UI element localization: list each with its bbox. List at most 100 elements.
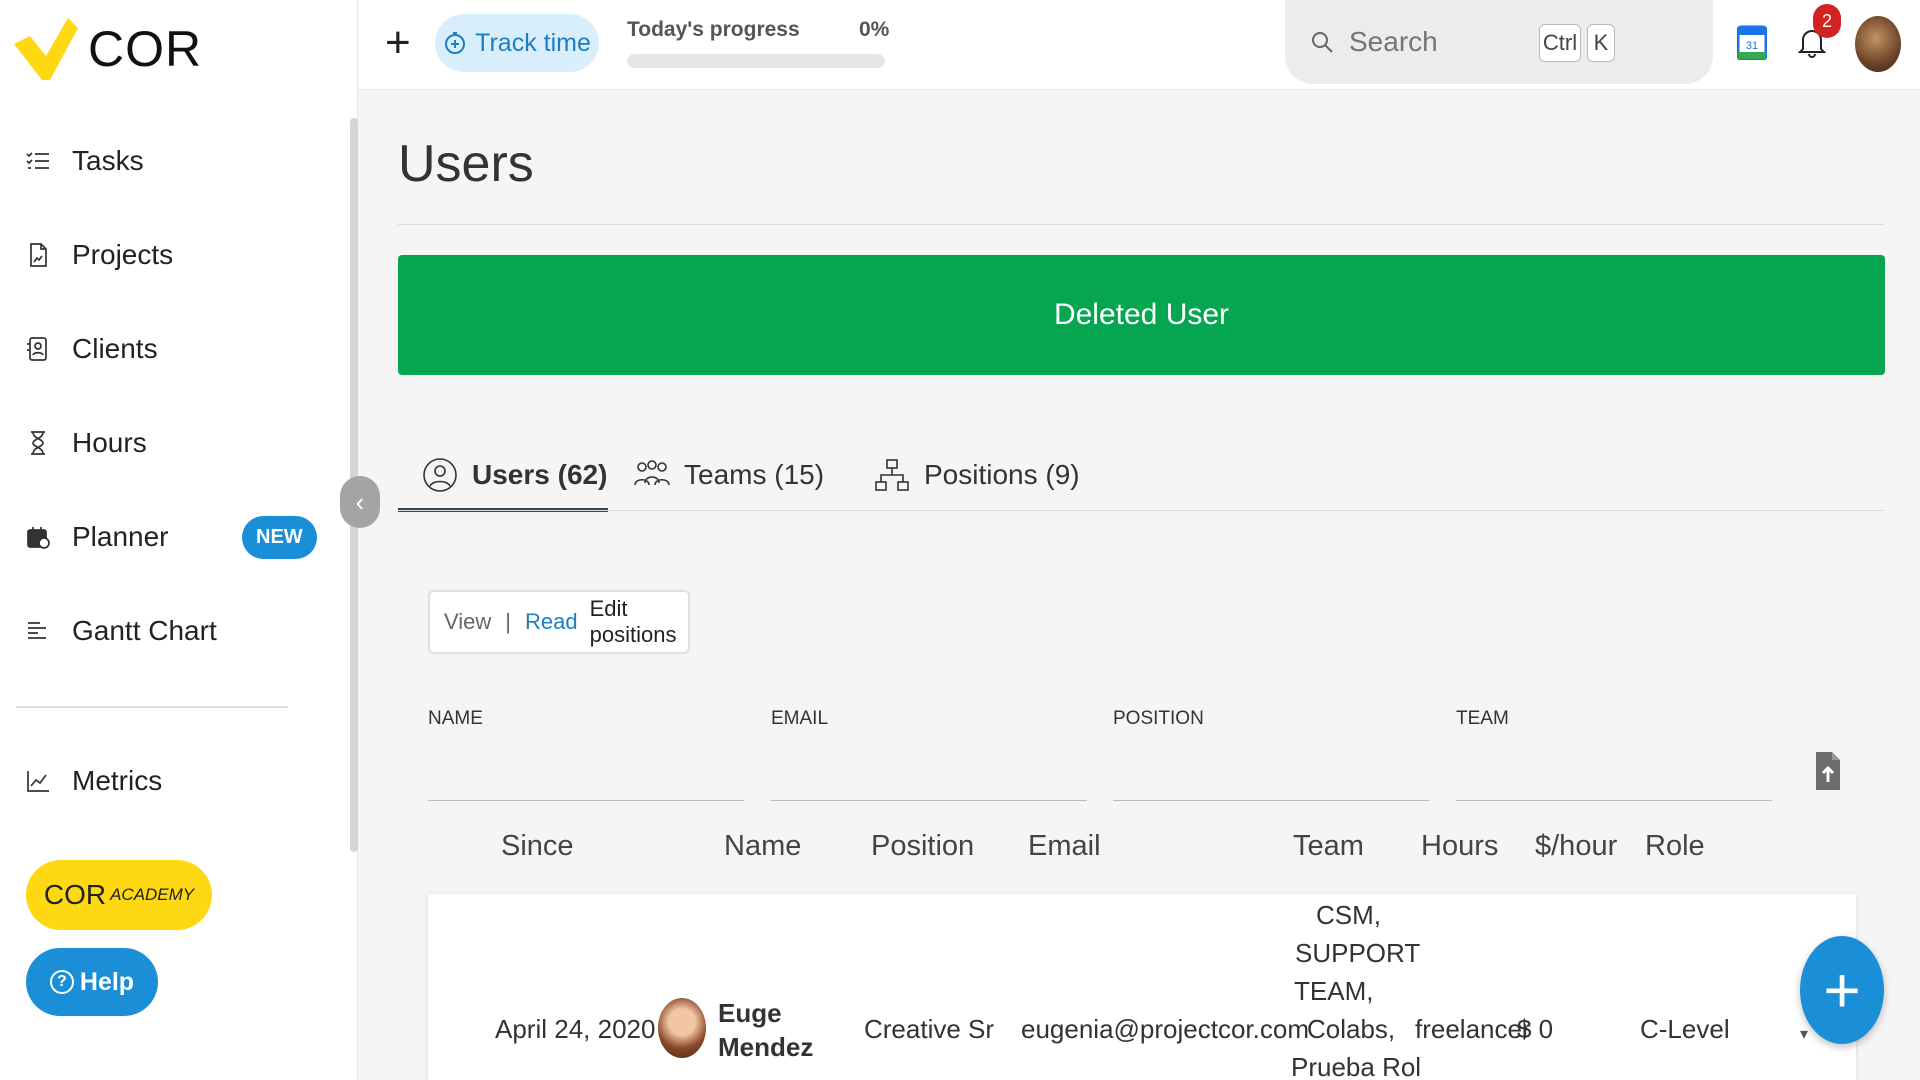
column-hours[interactable]: Hours [1421,830,1498,863]
column-role[interactable]: Role [1645,830,1705,863]
page-title: Users [398,135,534,193]
top-bar: + Track time Today's progress 0% Ctrl K … [359,0,1920,90]
row-menu-caret[interactable]: ▾ [1800,1024,1808,1044]
hourglass-icon [24,429,52,457]
tab-label: Positions (9) [924,459,1080,490]
tab-label: Teams (15) [684,459,825,490]
sidebar-item-tasks[interactable]: Tasks [24,136,324,186]
sidebar-item-label: Gantt Chart [72,615,217,646]
tab-label: Users (62) [472,459,608,490]
row-team-line: SUPPORT [1295,938,1421,968]
quick-add-button[interactable]: + [385,18,411,68]
sidebar-item-planner[interactable]: Planner NEW [24,512,324,562]
help-label: Help [79,967,135,996]
cor-logo-icon [14,18,78,80]
row-first-name[interactable]: Euge [718,998,782,1029]
tabs-divider [398,510,1884,511]
view-separator: | [505,609,512,634]
row-rate: $ 0 [1517,1014,1554,1044]
table-row[interactable] [428,894,1856,1080]
sidebar-item-label: Hours [72,427,147,458]
sidebar: COR Tasks Projects Clients Hours Planner… [0,0,380,1080]
filter-team-input[interactable] [1456,800,1772,801]
edit-positions-link[interactable]: Edit positions [590,596,688,648]
team-group-icon [634,460,670,486]
add-user-button[interactable]: + [1800,936,1884,1044]
user-avatar[interactable] [1855,16,1901,72]
search-icon [1312,32,1333,53]
column-rate[interactable]: $/hour [1535,830,1617,863]
progress-label: Today's progress [627,18,800,41]
shortcut-k-key: K [1587,24,1615,62]
row-role: C-Level [1640,1014,1730,1044]
filter-email-label: EMAIL [771,708,829,729]
gantt-icon [24,617,52,645]
read-mode-link[interactable]: Read [525,609,578,635]
sidebar-divider [16,706,288,708]
column-since[interactable]: Since [501,830,574,863]
calendar-icon[interactable]: 31 [1737,24,1767,60]
notification-count-badge: 2 [1813,4,1841,38]
view-mode-toggle: View | Read Edit positions [428,590,690,654]
academy-sublabel: ACADEMY [110,885,195,904]
sidebar-item-label: Planner [72,521,169,552]
chevron-left-icon: ‹ [355,486,365,517]
title-divider [398,224,1884,225]
row-team-line: CSM, [1316,900,1381,930]
column-name[interactable]: Name [724,830,801,863]
sidebar-item-gantt-chart[interactable]: Gantt Chart [24,606,324,656]
sidebar-item-metrics[interactable]: Metrics [24,756,324,806]
filter-email-input[interactable] [771,800,1087,801]
filter-position-label: POSITION [1113,708,1204,729]
column-email[interactable]: Email [1028,830,1101,863]
sidebar-item-label: Tasks [72,145,144,176]
row-email: eugenia@projectcor.com [1021,1014,1309,1044]
user-circle-icon [423,458,457,492]
collapse-sidebar-button[interactable]: ‹ [340,476,380,528]
stopwatch-icon [445,32,466,54]
deleted-user-banner: Deleted User [398,255,1885,375]
sidebar-item-label: Projects [72,239,174,270]
sidebar-item-projects[interactable]: Projects [24,230,324,280]
export-file-icon[interactable] [1814,750,1842,792]
row-since: April 24, 2020 [495,1014,656,1044]
row-team-line: Prueba Rol [1291,1052,1422,1080]
search-box[interactable]: Ctrl K [1285,0,1713,84]
row-team-line: TEAM, [1294,976,1374,1006]
view-label: View [444,609,492,634]
tasks-list-icon [24,147,52,175]
sidebar-item-hours[interactable]: Hours [24,418,324,468]
filter-position-input[interactable] [1113,800,1429,801]
avatar [658,998,706,1058]
row-hours: freelancer [1415,1014,1531,1044]
new-badge: NEW [242,516,317,559]
sidebar-item-label: Clients [72,333,158,364]
brand-logo[interactable]: COR [12,16,202,82]
row-team-line: Colabs, [1307,1014,1396,1044]
tab-teams[interactable]: Teams (15) [634,440,824,510]
column-team[interactable]: Team [1293,830,1364,863]
metrics-chart-icon [24,767,52,795]
track-time-button[interactable]: Track time [435,14,599,72]
tab-positions[interactable]: Positions (9) [874,440,1080,510]
progress-bar [627,54,885,68]
academy-label: COR [43,879,107,910]
org-chart-icon [875,459,909,491]
cor-academy-button[interactable]: COR ACADEMY [26,860,212,930]
column-position[interactable]: Position [871,830,974,863]
sidebar-item-label: Metrics [72,765,163,796]
calendar-day: 31 [1746,40,1758,52]
progress-percent: 0% [859,18,890,41]
client-card-icon [24,335,52,363]
filter-team-label: TEAM [1456,708,1509,729]
search-input[interactable] [1349,26,1569,58]
row-last-name[interactable]: Mendez [718,1032,813,1063]
row-position: Creative Sr [864,1014,995,1044]
question-icon: ? [49,970,74,994]
help-button[interactable]: ? Help [26,948,158,1016]
sidebar-item-clients[interactable]: Clients [24,324,324,374]
brand-name: COR [88,21,203,77]
tab-users[interactable]: Users (62) [422,440,607,510]
filter-name-input[interactable] [428,800,744,801]
shortcut-ctrl-key: Ctrl [1539,24,1581,62]
